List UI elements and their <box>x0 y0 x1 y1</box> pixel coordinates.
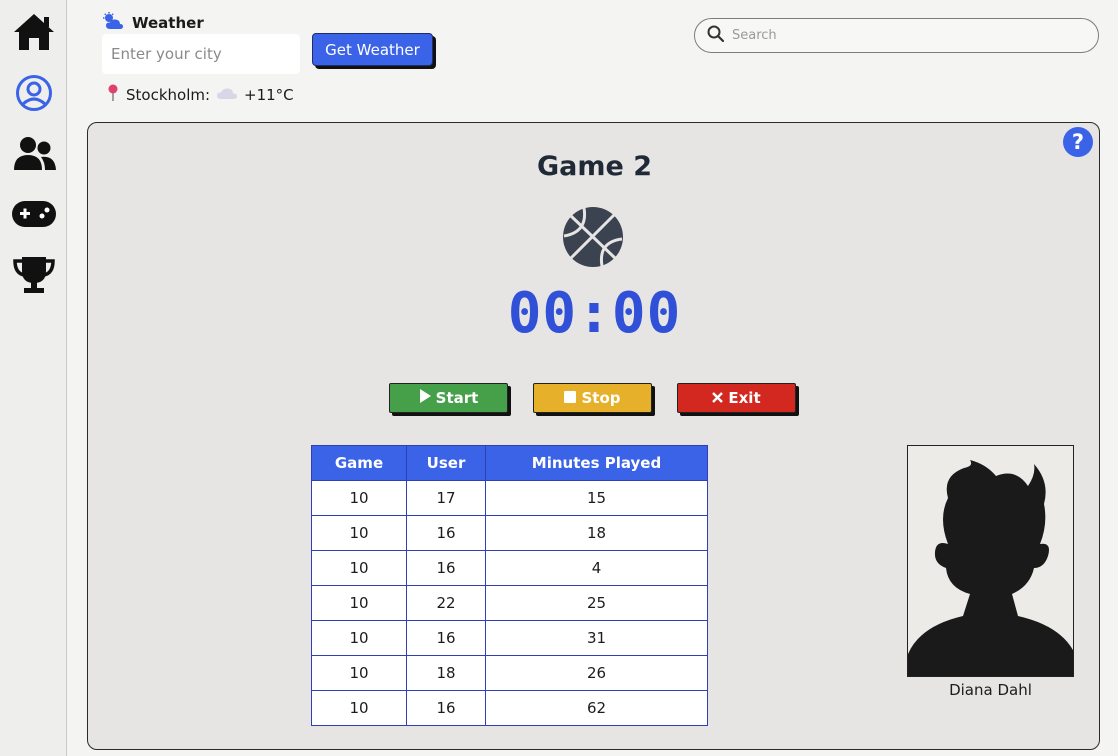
city-input[interactable] <box>102 34 300 74</box>
cell-minutes: 26 <box>485 655 708 691</box>
cell-game: 10 <box>311 585 407 621</box>
users-icon[interactable] <box>10 131 57 177</box>
gamepad-icon[interactable] <box>10 191 57 237</box>
table-row: 10 17 15 <box>311 480 708 516</box>
person-silhouette-icon <box>908 460 1073 676</box>
exit-button[interactable]: Exit <box>677 383 796 413</box>
play-icon <box>419 389 431 407</box>
start-label: Start <box>435 389 479 407</box>
cell-game: 10 <box>311 480 407 516</box>
stop-label: Stop <box>581 389 621 407</box>
search-icon <box>707 25 725 46</box>
table-row: 10 18 26 <box>311 655 708 691</box>
game-title: Game 2 <box>536 151 652 182</box>
cell-user: 16 <box>406 550 486 586</box>
cell-minutes: 18 <box>485 515 708 551</box>
cell-game: 10 <box>311 515 407 551</box>
cell-minutes: 31 <box>485 620 708 656</box>
table-header-row: Game User Minutes Played <box>311 445 708 481</box>
cell-game: 10 <box>311 690 407 726</box>
game-stats-table: Game User Minutes Played 10 17 15 10 16 … <box>311 445 708 726</box>
cell-user: 16 <box>406 620 486 656</box>
weather-city: Stockholm: <box>126 86 211 104</box>
trophy-icon[interactable] <box>10 252 57 298</box>
start-button[interactable]: Start <box>389 383 508 413</box>
column-header-minutes[interactable]: Minutes Played <box>485 445 708 481</box>
exit-label: Exit <box>728 389 761 407</box>
cell-game: 10 <box>311 550 407 586</box>
cloud-sun-icon <box>102 12 124 34</box>
weather-temperature: +11°C <box>244 86 294 104</box>
cell-user: 16 <box>406 515 486 551</box>
basketball-icon <box>562 206 624 272</box>
home-icon[interactable] <box>10 9 57 55</box>
cell-user: 22 <box>406 585 486 621</box>
game-timer: 00:00 <box>507 281 682 346</box>
user-circle-icon[interactable] <box>10 70 57 116</box>
stop-icon <box>564 389 577 407</box>
player-avatar <box>907 445 1074 677</box>
game-panel: ? Game 2 00:00 Start Stop Exit Game User… <box>87 122 1100 750</box>
column-header-user[interactable]: User <box>406 445 486 481</box>
cell-game: 10 <box>311 620 407 656</box>
weather-header: Weather <box>102 12 204 34</box>
cell-minutes: 25 <box>485 585 708 621</box>
weather-title: Weather <box>132 14 204 32</box>
cell-user: 16 <box>406 690 486 726</box>
column-header-game[interactable]: Game <box>311 445 407 481</box>
cell-user: 18 <box>406 655 486 691</box>
sidebar <box>0 0 67 756</box>
search-bar[interactable] <box>694 18 1099 53</box>
table-row: 10 16 18 <box>311 515 708 551</box>
table-row: 10 16 62 <box>311 690 708 726</box>
table-row: 10 16 4 <box>311 550 708 586</box>
player-name: Diana Dahl <box>949 681 1032 699</box>
cell-user: 17 <box>406 480 486 516</box>
search-input[interactable] <box>732 28 1072 43</box>
get-weather-button[interactable]: Get Weather <box>312 33 433 66</box>
table-row: 10 22 25 <box>311 585 708 621</box>
cell-minutes: 62 <box>485 690 708 726</box>
cloud-icon <box>216 86 238 104</box>
weather-result: Stockholm: +11°C <box>106 84 294 106</box>
cell-game: 10 <box>311 655 407 691</box>
close-icon <box>712 389 724 407</box>
location-pin-icon <box>106 84 120 106</box>
cell-minutes: 4 <box>485 550 708 586</box>
stop-button[interactable]: Stop <box>533 383 652 413</box>
weather-widget: Weather Get Weather Stockholm: +11°C <box>102 12 433 104</box>
cell-minutes: 15 <box>485 480 708 516</box>
table-row: 10 16 31 <box>311 620 708 656</box>
